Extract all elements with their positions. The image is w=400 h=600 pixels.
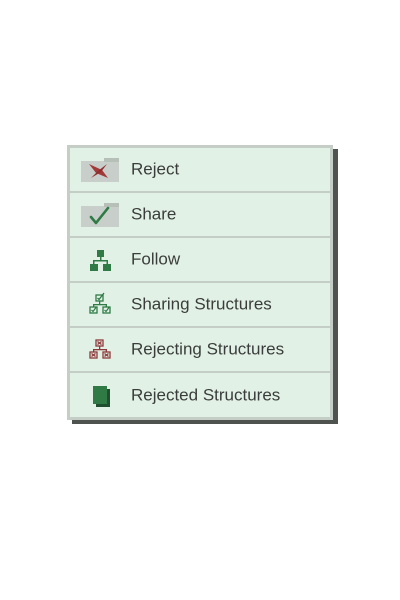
menu-item-rejected-structures[interactable]: Rejected Structures	[70, 373, 330, 418]
menu-item-rejecting-structures[interactable]: Rejecting Structures	[70, 328, 330, 373]
menu-item-label: Follow	[131, 249, 181, 269]
rejected-structures-icon	[80, 383, 120, 409]
menu-item-label: Sharing Structures	[131, 294, 272, 314]
rejecting-structures-icon	[80, 337, 120, 363]
menu-item-follow[interactable]: Follow	[70, 238, 330, 283]
share-folder-icon	[80, 202, 120, 228]
sharing-structures-icon	[80, 292, 120, 318]
menu-item-sharing-structures[interactable]: Sharing Structures	[70, 283, 330, 328]
reject-folder-icon	[80, 157, 120, 183]
menu-item-reject[interactable]: Reject	[70, 148, 330, 193]
page: Reject Share Follow Sharing Structures R…	[0, 0, 400, 600]
menu-item-label: Share	[131, 204, 177, 224]
menu-item-label: Reject	[131, 159, 180, 179]
menu-item-label: Rejected Structures	[131, 385, 281, 405]
context-menu: Reject Share Follow Sharing Structures R…	[67, 145, 333, 420]
follow-structure-icon	[80, 247, 120, 273]
menu-item-share[interactable]: Share	[70, 193, 330, 238]
menu-item-label: Rejecting Structures	[131, 339, 285, 359]
